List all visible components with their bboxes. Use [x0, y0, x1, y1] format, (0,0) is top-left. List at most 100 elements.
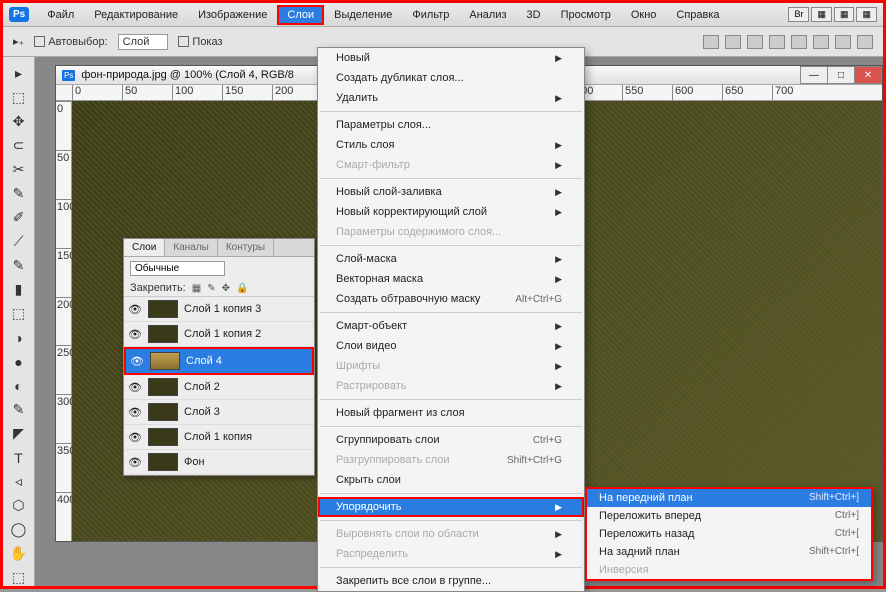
menu-анализ[interactable]: Анализ	[459, 5, 516, 25]
tool-15[interactable]: ◤	[9, 425, 29, 442]
visibility-icon[interactable]: 👁	[130, 355, 144, 368]
menu-item[interactable]: Новый слой-заливка▶	[318, 182, 584, 202]
layout-icon-2[interactable]: ▦	[834, 7, 855, 22]
menu-фильтр[interactable]: Фильтр	[402, 5, 459, 25]
layer-row[interactable]: 👁Слой 2	[124, 375, 314, 400]
minimize-button[interactable]: —	[800, 66, 828, 84]
tool-2[interactable]: ✥	[9, 113, 29, 130]
layer-thumbnail[interactable]	[148, 453, 178, 471]
menu-окно[interactable]: Окно	[621, 5, 667, 25]
menu-item[interactable]: Новый▶	[318, 48, 584, 68]
panel-tab-Контуры[interactable]: Контуры	[218, 239, 274, 256]
submenu-item[interactable]: Переложить впередCtrl+]	[587, 507, 871, 525]
menu-item[interactable]: Новый корректирующий слой▶	[318, 202, 584, 222]
visibility-icon[interactable]: 👁	[128, 381, 142, 394]
align-icon[interactable]	[835, 35, 851, 49]
tool-5[interactable]: ✎	[9, 185, 29, 202]
menu-слои[interactable]: Слои	[277, 5, 324, 25]
align-icon[interactable]	[769, 35, 785, 49]
menu-item[interactable]: Закрепить все слои в группе...	[318, 571, 584, 591]
tool-11[interactable]: ◑	[9, 329, 29, 346]
tool-0[interactable]: ▸	[9, 65, 29, 82]
tool-12[interactable]: ●	[9, 353, 29, 370]
autoselect-checkbox[interactable]	[34, 36, 45, 47]
align-icon[interactable]	[857, 35, 873, 49]
submenu-item[interactable]: Переложить назадCtrl+[	[587, 525, 871, 543]
tool-7[interactable]: ⟋	[9, 233, 29, 250]
align-icon[interactable]	[725, 35, 741, 49]
tool-17[interactable]: ◃	[9, 473, 29, 490]
menu-item[interactable]: Слои видео▶	[318, 336, 584, 356]
layer-thumbnail[interactable]	[148, 325, 178, 343]
menu-item[interactable]: Создать обтравочную маскуAlt+Ctrl+G	[318, 289, 584, 309]
tool-20[interactable]: ✋	[9, 545, 29, 562]
visibility-icon[interactable]: 👁	[128, 406, 142, 419]
visibility-icon[interactable]: 👁	[128, 328, 142, 341]
menu-редактирование[interactable]: Редактирование	[84, 5, 188, 25]
layer-thumbnail[interactable]	[150, 352, 180, 370]
align-icon[interactable]	[813, 35, 829, 49]
maximize-button[interactable]: □	[827, 66, 855, 84]
lock-move-icon[interactable]: ✥	[222, 283, 230, 294]
tool-4[interactable]: ✂	[9, 161, 29, 178]
menu-item[interactable]: Упорядочить▶	[318, 497, 584, 517]
tool-10[interactable]: ⬚	[9, 305, 29, 322]
layout-icon-3[interactable]: ▦	[856, 7, 877, 22]
tool-13[interactable]: ◐	[9, 377, 29, 394]
menu-item[interactable]: Смарт-объект▶	[318, 316, 584, 336]
menu-изображение[interactable]: Изображение	[188, 5, 277, 25]
tool-9[interactable]: ▮	[9, 281, 29, 298]
layer-row[interactable]: 👁Слой 1 копия 2	[124, 322, 314, 347]
visibility-icon[interactable]: 👁	[128, 303, 142, 316]
tool-19[interactable]: ◯	[9, 521, 29, 538]
tool-18[interactable]: ⬡	[9, 497, 29, 514]
visibility-icon[interactable]: 👁	[128, 456, 142, 469]
autoselect-dropdown[interactable]: Слой	[118, 34, 169, 50]
menu-item[interactable]: Удалить▶	[318, 88, 584, 108]
layer-thumbnail[interactable]	[148, 378, 178, 396]
menu-просмотр[interactable]: Просмотр	[551, 5, 621, 25]
layer-row[interactable]: 👁Слой 3	[124, 400, 314, 425]
align-icon[interactable]	[747, 35, 763, 49]
layer-row[interactable]: 👁Слой 1 копия 3	[124, 297, 314, 322]
menu-файл[interactable]: Файл	[37, 5, 84, 25]
tool-14[interactable]: ✎	[9, 401, 29, 418]
align-icon[interactable]	[703, 35, 719, 49]
lock-transparent-icon[interactable]: ▦	[192, 283, 201, 294]
menu-item[interactable]: Стиль слоя▶	[318, 135, 584, 155]
tool-8[interactable]: ✎	[9, 257, 29, 274]
menu-справка[interactable]: Справка	[666, 5, 729, 25]
menu-item[interactable]: Сгруппировать слоиCtrl+G	[318, 430, 584, 450]
close-button[interactable]: ✕	[854, 66, 882, 84]
menu-item[interactable]: Новый фрагмент из слоя	[318, 403, 584, 423]
lock-brush-icon[interactable]: ✎	[207, 283, 215, 294]
visibility-icon[interactable]: 👁	[128, 431, 142, 444]
submenu-item[interactable]: На задний планShift+Ctrl+[	[587, 543, 871, 561]
menu-выделение[interactable]: Выделение	[324, 5, 402, 25]
menu-item[interactable]: Параметры слоя...	[318, 115, 584, 135]
show-checkbox[interactable]	[178, 36, 189, 47]
layer-thumbnail[interactable]	[148, 428, 178, 446]
tool-21[interactable]: ⬚	[9, 569, 29, 586]
blend-mode-select[interactable]: Обычные	[130, 261, 225, 276]
tool-6[interactable]: ✐	[9, 209, 29, 226]
tool-16[interactable]: T	[9, 449, 29, 466]
layer-row[interactable]: 👁Фон	[124, 450, 314, 475]
layer-row[interactable]: 👁Слой 4	[124, 347, 314, 375]
menu-item[interactable]: Слой-маска▶	[318, 249, 584, 269]
layer-row[interactable]: 👁Слой 1 копия	[124, 425, 314, 450]
menu-3d[interactable]: 3D	[517, 5, 551, 25]
tool-1[interactable]: ⬚	[9, 89, 29, 106]
layer-thumbnail[interactable]	[148, 300, 178, 318]
menu-item[interactable]: Скрыть слои	[318, 470, 584, 490]
tool-3[interactable]: ⊂	[9, 137, 29, 154]
br-icon[interactable]: Br	[788, 7, 809, 22]
layer-thumbnail[interactable]	[148, 403, 178, 421]
panel-tab-Каналы[interactable]: Каналы	[165, 239, 218, 256]
menu-item[interactable]: Векторная маска▶	[318, 269, 584, 289]
layout-icon-1[interactable]: ▦	[811, 7, 832, 22]
menu-item[interactable]: Создать дубликат слоя...	[318, 68, 584, 88]
lock-all-icon[interactable]: 🔒	[236, 283, 248, 294]
panel-tab-Слои[interactable]: Слои	[124, 239, 165, 256]
submenu-item[interactable]: На передний планShift+Ctrl+]	[587, 489, 871, 507]
